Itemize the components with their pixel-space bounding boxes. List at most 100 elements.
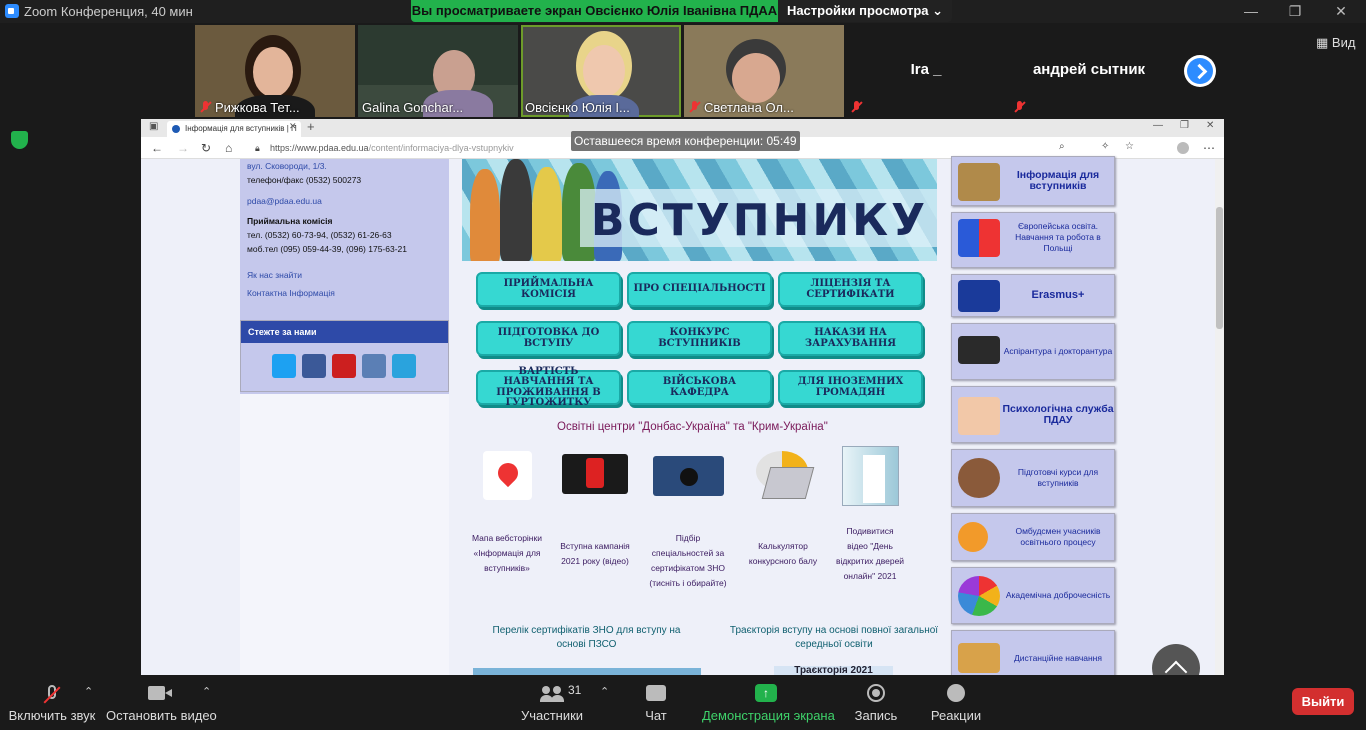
muted-mic-icon [200,101,212,113]
telegram-icon[interactable] [392,354,416,378]
right-card-prep-courses[interactable]: Підготовчі курси для вступників [951,449,1115,507]
map-pin-icon[interactable] [483,451,532,500]
grid-icon: ▦ [1316,35,1329,50]
close-icon[interactable]: ✕ [1326,2,1356,20]
stop-video-button[interactable]: Остановить видео [106,675,217,730]
hero-banner: ВСТУПНИКУ [462,159,937,261]
url-host: https://www.pdaa.edu.ua [270,143,369,153]
email-link[interactable]: pdaa@pdaa.edu.ua [247,196,322,206]
favorite-icon[interactable]: ☆ [1125,141,1134,152]
video-tile[interactable]: андрей сытник [1009,25,1169,117]
browser-tab[interactable]: Інформація для вступників | П [167,121,301,137]
url-field[interactable]: https://www.pdaa.edu.ua/content/informac… [270,143,514,153]
military-department-button[interactable]: ВІЙСЬКОВА КАФЕДРА [627,370,772,405]
foreigners-button[interactable]: ДЛЯ ІНОЗЕМНИХ ГРОМАДЯН [778,370,923,405]
tile-caption[interactable]: Мапа вебсторінки «Інформація для вступни… [467,531,547,576]
window-title-bar: Zoom Конференция, 40 мин Вы просматривае… [0,0,1366,23]
tab-actions-icon[interactable]: ▣ [149,121,158,132]
video-options-chevron-icon[interactable]: ⌃ [202,685,211,698]
right-card-european-education[interactable]: Європейська освіта. Навчання та робота в… [951,212,1115,268]
facebook-icon[interactable] [302,354,326,378]
card-label: Європейська освіта. Навчання та робота в… [1015,220,1101,253]
browser-close-icon[interactable]: ✕ [1206,120,1214,131]
participants-options-chevron-icon[interactable]: ⌃ [600,685,609,698]
commission-phones: тел. (0532) 60-73-94, (0532) 61-26-63 [247,230,392,240]
browser-minimize-icon[interactable]: — [1153,120,1163,131]
chat-icon [646,685,666,701]
education-centers-link[interactable]: Освітні центри "Донбас-Україна" та "Крим… [557,421,828,433]
competition-button[interactable]: КОНКУРС ВСТУПНИКІВ [627,321,772,356]
lock-icon: 🔒︎ [255,143,260,153]
muted-mic-icon [1014,101,1026,113]
right-card-distance-learning[interactable]: Дистанційне навчання [951,630,1115,675]
emblem-icon [958,458,1000,498]
participant-name: Ira _ [910,61,942,78]
graduate-icon[interactable] [653,456,724,496]
tile-caption[interactable]: Підбір спеціальностей за сертифікатом ЗН… [644,531,732,591]
record-button[interactable]: Запись [850,675,902,730]
license-button[interactable]: ЛІЦЕНЗІЯ ТА СЕРТИФІКАТИ [778,272,923,307]
tile-caption[interactable]: Подивитися відео "День відкритих дверей … [835,524,905,584]
reactions-label: Реакции [930,708,982,723]
next-page-arrow-icon[interactable] [1184,55,1216,87]
graduation-cap-icon [958,336,1000,364]
youtube-icon[interactable] [332,354,356,378]
specialties-button[interactable]: ПРО СПЕЦІАЛЬНОСТІ [627,272,772,307]
right-card-applicants-info[interactable]: Інформація для вступників [951,156,1115,206]
video-tile[interactable]: Ira _ [846,25,1006,117]
profile-icon[interactable] [1177,142,1189,154]
zoom-icon[interactable]: ⌕ [1059,141,1065,152]
scrollbar-thumb[interactable] [1216,207,1223,329]
reload-icon[interactable]: ↻ [201,141,211,155]
new-tab-icon[interactable]: + [307,119,315,134]
leave-button[interactable]: Выйти [1292,688,1354,715]
home-icon[interactable]: ⌂ [225,141,232,155]
video-tile-active-speaker[interactable]: Овсієнко Юлія І... [521,25,681,117]
orders-button[interactable]: НАКАЗИ НА ЗАРАХУВАННЯ [778,321,923,356]
unmute-button[interactable]: Включить звук [6,675,98,730]
view-settings-dropdown[interactable]: Настройки просмотра ⌄ [778,0,952,22]
video-tile[interactable]: Рижкова Тет... [195,25,355,117]
calculator-icon[interactable] [752,449,815,503]
admission-trajectory-link[interactable]: Траєкторія вступу на основі повної загал… [719,624,949,652]
share-screen-button[interactable]: ↑ Демонстрация экрана [702,675,835,730]
right-card-integrity[interactable]: Академічна доброчесність [951,567,1115,624]
view-button[interactable]: ▦ Вид [1316,35,1355,51]
chat-button[interactable]: Чат [634,675,678,730]
preparation-button[interactable]: ПІДГОТОВКА ДО ВСТУПУ [476,321,621,356]
back-to-top-icon[interactable] [1152,644,1200,675]
browser-restore-icon[interactable]: ❐ [1180,120,1189,131]
right-card-ombudsman[interactable]: Омбудсмен учасників освітнього процесу [951,513,1115,561]
contact-info-link[interactable]: Контактна Інформація [247,288,335,298]
video-tile[interactable]: Светлана Ол... [684,25,844,117]
open-door-icon[interactable] [842,446,899,506]
more-menu-icon[interactable]: ⋯ [1203,141,1215,155]
tuition-cost-button[interactable]: ВАРТІСТЬ НАВЧАННЯ ТА ПРОЖИВАННЯ В ГУРТОЖ… [476,366,621,408]
time-remaining-badge: Оставшееся время конференции: 05:49 [571,131,800,151]
find-us-link[interactable]: Як нас знайти [247,270,302,280]
tile-caption[interactable]: Вступна кампанія 2021 року (відео) [555,539,635,569]
forward-icon[interactable]: → [177,141,189,155]
encryption-shield-icon[interactable] [11,131,28,149]
admissions-committee-button[interactable]: ПРИЙМАЛЬНА КОМІСІЯ [476,272,621,307]
participants-button[interactable]: 31 Участники [516,675,588,730]
back-icon[interactable]: ← [151,141,163,155]
right-card-psychology[interactable]: Психологічна служба ПДАУ [951,386,1115,443]
tab-close-icon[interactable]: ✕ [289,121,297,132]
twitter-icon[interactable] [272,354,296,378]
zno-certificates-link[interactable]: Перелік сертифікатів ЗНО для вступу на о… [477,624,696,652]
video-tile[interactable]: Galina Gonchar... [358,25,518,117]
right-card-erasmus[interactable]: Erasmus+ [951,274,1115,317]
right-card-postgraduate[interactable]: Аспірантура і докторантура [951,323,1115,380]
shared-screen-browser[interactable]: ▣ Інформація для вступників | П ✕ + — ❐ … [141,119,1224,675]
restore-icon[interactable]: ❐ [1280,2,1310,20]
card-label: Erasmus+ [1031,289,1085,301]
muted-mic-icon [851,101,863,113]
instagram-icon[interactable] [362,354,386,378]
extension-icon[interactable]: ✧ [1101,141,1109,152]
phone-video-icon[interactable] [562,454,628,494]
reactions-button[interactable]: Реакции [930,675,982,730]
audio-options-chevron-icon[interactable]: ⌃ [84,685,93,698]
tile-caption[interactable]: Калькулятор конкурсного балу [747,539,819,569]
minimize-icon[interactable]: — [1236,2,1266,20]
